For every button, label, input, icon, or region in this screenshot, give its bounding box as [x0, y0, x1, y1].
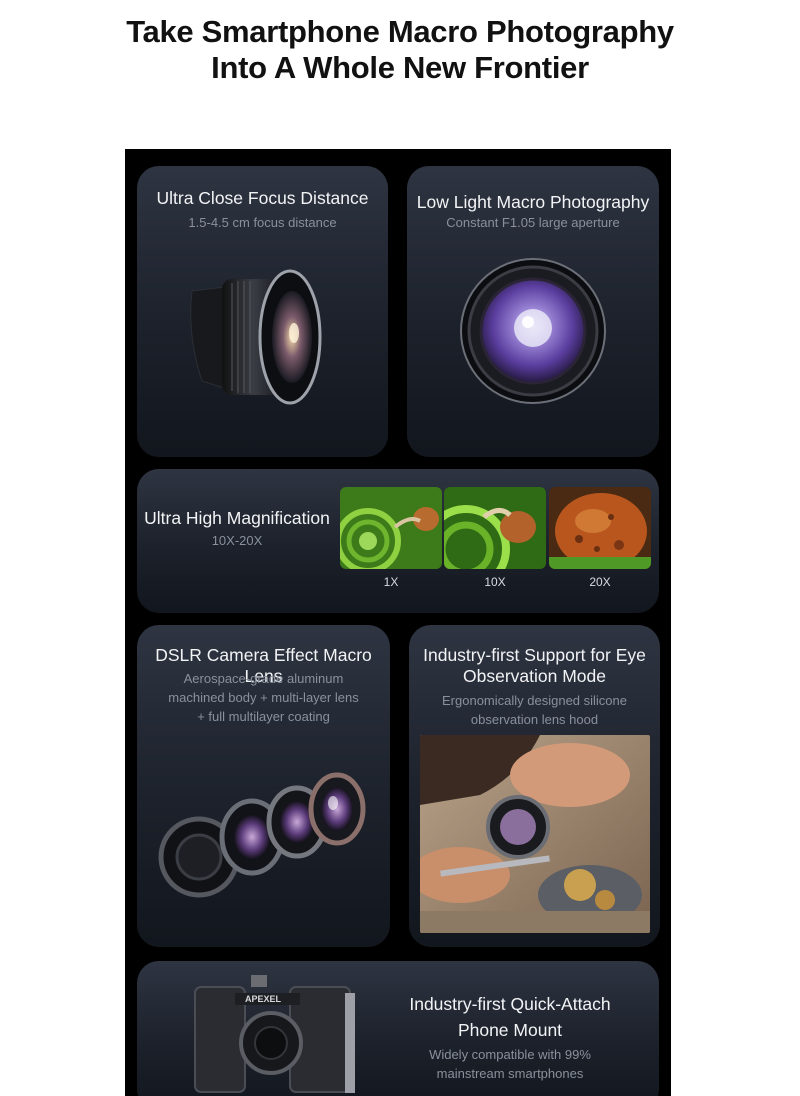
- mount-subtitle-line-2: mainstream smartphones: [436, 1066, 584, 1081]
- focus-card-title: Ultra Close Focus Distance: [156, 188, 369, 208]
- lens-elements-image: [158, 772, 366, 898]
- magnification-label-20x: 20X: [589, 575, 611, 589]
- magnification-label-1x: 1X: [383, 575, 399, 589]
- low-light-card: Low Light Macro Photography Constant F1.…: [407, 166, 659, 457]
- headline: Take Smartphone Macro Photography Into A…: [0, 14, 800, 86]
- focus-card-subtitle: 1.5-4.5 cm focus distance: [188, 215, 337, 230]
- low-light-card-subtitle: Constant F1.05 large aperture: [446, 215, 620, 230]
- phone-mount-card: APEXEL Industry-first Quick-Attach Phone…: [137, 961, 659, 1096]
- mount-card-title-line-2: Phone Mount: [457, 1020, 563, 1040]
- magnification-card: Ultra High Magnification 10X-20X 1X 10X: [137, 469, 659, 613]
- headline-line-1: Take Smartphone Macro Photography: [126, 14, 674, 49]
- macro-lens-side-image: [190, 269, 322, 405]
- dslr-lens-card: DSLR Camera Effect Macro Lens Aerospace-…: [137, 625, 390, 947]
- eye-card-title-line-2: Observation Mode: [463, 666, 606, 686]
- eye-subtitle-line-1: Ergonomically designed silicone: [442, 693, 627, 708]
- mount-card-title-line-1: Industry-first Quick-Attach: [409, 994, 611, 1014]
- eye-subtitle-line-2: observation lens hood: [470, 712, 599, 727]
- snail-1x-image: [340, 487, 442, 569]
- dslr-subtitle-line-1: Aerospace-grade aluminum: [183, 671, 344, 686]
- magnification-card-subtitle: 10X-20X: [211, 533, 263, 548]
- low-light-card-title: Low Light Macro Photography: [416, 192, 650, 212]
- mount-subtitle-line-1: Widely compatible with 99%: [429, 1047, 591, 1062]
- dslr-subtitle-line-2: machined body + multi-layer lens: [168, 690, 359, 705]
- feature-panel: Ultra Close Focus Distance 1.5-4.5 cm fo…: [125, 149, 671, 1096]
- mount-brand-label: APEXEL: [245, 994, 282, 1004]
- magnification-card-title: Ultra High Magnification: [144, 508, 330, 528]
- phone-mount-image: APEXEL: [194, 975, 355, 1093]
- eye-card-title-line-1: Industry-first Support for Eye: [423, 645, 646, 665]
- dslr-subtitle-line-3: + full multilayer coating: [197, 709, 330, 724]
- snail-10x-image: [444, 487, 546, 569]
- focus-distance-card: Ultra Close Focus Distance 1.5-4.5 cm fo…: [137, 166, 388, 457]
- lens-front-aperture-image: [460, 258, 606, 404]
- snail-20x-image: [549, 487, 651, 569]
- headline-line-2: Into A Whole New Frontier: [211, 50, 589, 85]
- magnification-label-10x: 10X: [484, 575, 506, 589]
- eye-observation-card: Industry-first Support for Eye Observati…: [409, 625, 660, 947]
- watch-repair-photo: [420, 735, 650, 933]
